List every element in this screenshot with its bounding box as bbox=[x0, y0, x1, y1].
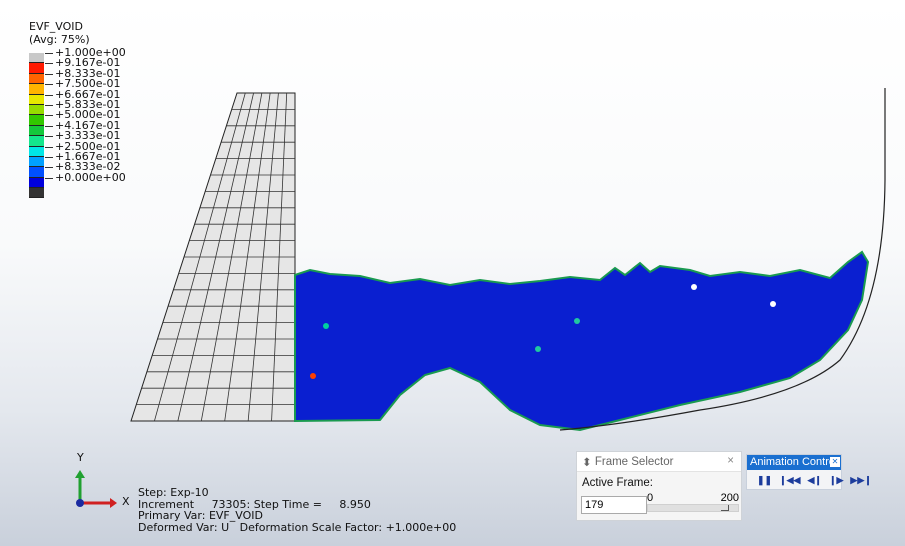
triad-origin bbox=[76, 499, 84, 507]
pause-icon[interactable]: ❚❚ bbox=[757, 475, 772, 486]
slider-thumb[interactable] bbox=[721, 505, 730, 511]
legend-swatch bbox=[29, 177, 44, 189]
frame-selector-title: Frame Selector bbox=[594, 455, 674, 468]
frame-selector-header[interactable]: ⬍ Frame Selector bbox=[577, 452, 741, 472]
animation-title: Animation Contro bbox=[747, 455, 841, 470]
legend-swatch bbox=[29, 104, 44, 116]
primary-var-text: Primary Var: EVF_VOID bbox=[138, 509, 263, 522]
void-spot bbox=[310, 373, 316, 379]
legend-swatch bbox=[29, 84, 44, 95]
step-text: Step: Exp-10 bbox=[138, 486, 209, 499]
legend-swatch bbox=[29, 53, 44, 64]
close-icon[interactable]: × bbox=[727, 455, 734, 467]
color-bar bbox=[29, 53, 44, 199]
void-spot bbox=[574, 318, 580, 324]
frame-slider[interactable] bbox=[647, 504, 739, 512]
legend-subtitle: (Avg: 75%) bbox=[29, 33, 90, 46]
legend-swatch bbox=[29, 115, 44, 126]
next-frame-icon[interactable]: ❙▶ bbox=[829, 475, 843, 486]
legend-swatch bbox=[29, 188, 44, 199]
slider-min: 0 bbox=[647, 492, 654, 504]
legend-swatch bbox=[29, 146, 44, 157]
x-axis-label: X bbox=[122, 495, 130, 508]
water-region bbox=[294, 250, 870, 432]
void-spot bbox=[323, 323, 329, 329]
deformed-var-text: Deformed Var: U Deformation Scale Factor… bbox=[138, 520, 457, 534]
last-frame-icon[interactable]: ▶▶❙ bbox=[850, 475, 871, 486]
legend-swatch bbox=[29, 63, 44, 74]
legend-swatch bbox=[29, 125, 44, 137]
frame-selector-panel: ⬍ Frame Selector × Active Frame: 0 200 bbox=[576, 451, 742, 521]
previous-frame-icon[interactable]: ◀❙ bbox=[807, 475, 821, 486]
legend-swatch bbox=[29, 167, 44, 178]
active-frame-label: Active Frame: bbox=[582, 477, 653, 489]
legend-swatch bbox=[29, 156, 44, 168]
legend-values: +1.000e+00 +9.167e-01 +8.333e-01 +7.500e-01… bbox=[45, 47, 126, 184]
animation-controller: Animation Contro ✕ ❚❚ ❙◀◀ ◀❙ ❙▶ ▶▶❙ bbox=[746, 454, 872, 490]
void-spot bbox=[770, 301, 776, 307]
dam-mesh bbox=[130, 92, 296, 422]
legend: EVF_VOID (Avg: 75%) +1.000e+00 +9.167e-01… bbox=[29, 20, 126, 199]
legend-swatch bbox=[29, 94, 44, 105]
slider-max: 200 bbox=[720, 492, 739, 504]
y-axis-label: Y bbox=[77, 451, 84, 464]
legend-title: EVF_VOID bbox=[29, 20, 84, 33]
active-frame-input[interactable] bbox=[581, 496, 647, 514]
step-info: Step: Exp-10 Increment 73305: Step Time =… bbox=[138, 487, 456, 533]
first-frame-icon[interactable]: ❙◀◀ bbox=[779, 475, 800, 486]
legend-value: +0.000e+00 bbox=[45, 170, 126, 184]
void-spot bbox=[691, 284, 697, 290]
drag-icon[interactable]: ⬍ bbox=[582, 455, 595, 469]
void-spot bbox=[535, 346, 541, 352]
legend-swatch bbox=[29, 136, 44, 147]
close-icon[interactable]: ✕ bbox=[830, 457, 840, 467]
legend-swatch bbox=[29, 73, 44, 85]
